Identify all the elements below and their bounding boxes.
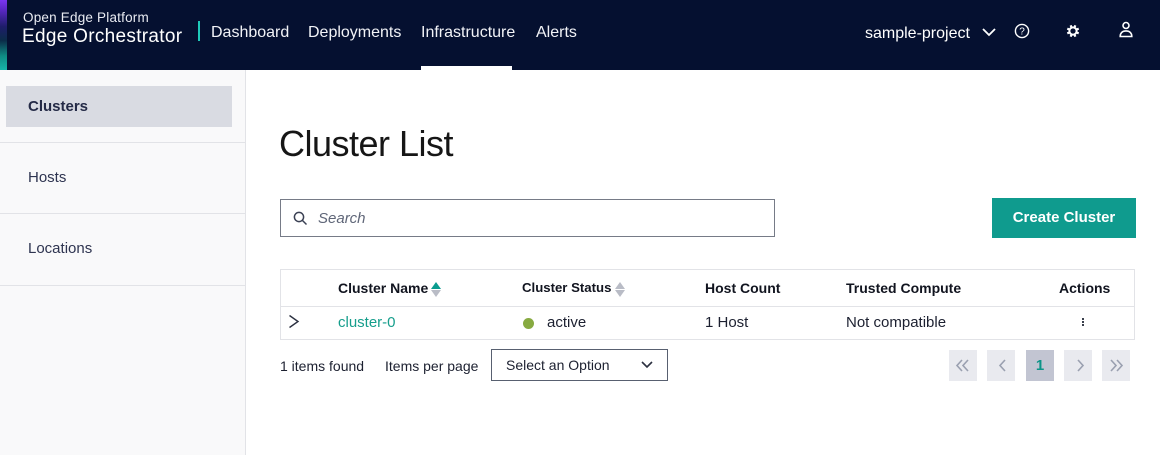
svg-text:?: ?	[1019, 26, 1025, 37]
